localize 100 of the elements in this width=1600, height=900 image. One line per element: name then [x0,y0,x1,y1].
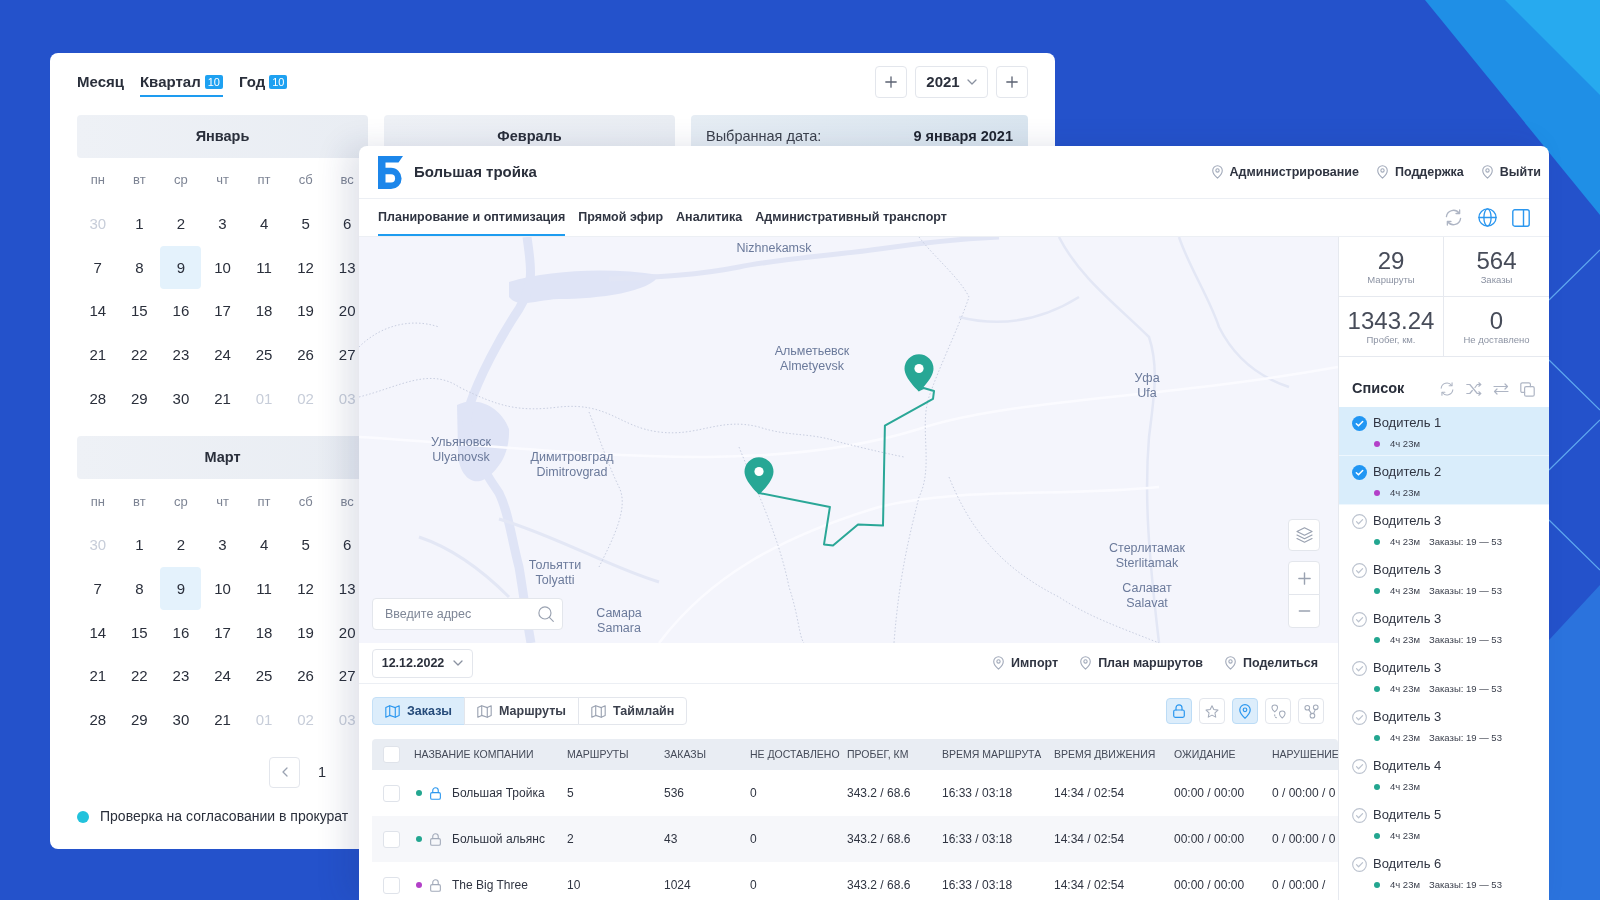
driver-list-item[interactable]: Водитель 5 4ч 23м [1339,799,1549,848]
row-checkbox[interactable] [383,784,400,802]
calendar-day[interactable]: 25 [254,345,274,364]
calendar-day[interactable]: 18 [254,302,274,321]
calendar-day[interactable]: 25 [254,667,274,686]
calendar-day[interactable]: 6 [342,536,353,555]
calendar-day[interactable]: 15 [130,623,149,642]
driver-list-item[interactable]: Водитель 6 4ч 23м Заказы: 19 — 53 [1339,848,1549,897]
calendar-day[interactable]: 28 [88,711,108,730]
swap-arrows-icon[interactable] [1493,383,1509,395]
lock-button[interactable] [1166,698,1192,724]
calendar-day[interactable]: 17 [213,623,232,642]
refresh-icon[interactable] [1439,382,1455,396]
calendar-day[interactable]: 17 [213,302,232,321]
calendar-day[interactable]: 29 [130,711,149,730]
calendar-day[interactable]: 1 [134,536,145,555]
calendar-day[interactable]: 19 [296,302,315,321]
calendar-day[interactable]: 5 [300,536,311,555]
period-tab[interactable]: Год 10 [238,67,288,97]
add-button[interactable] [996,66,1028,98]
previous-page-button[interactable] [269,756,300,788]
calendar-day[interactable]: 27 [337,345,357,364]
calendar-day[interactable]: 10 [213,579,232,598]
route-button[interactable] [1265,698,1291,724]
row-checkbox[interactable] [383,830,400,848]
calendar-day[interactable]: 30 [171,389,191,408]
calendar-day[interactable]: 15 [130,302,149,321]
calendar-day[interactable]: 24 [213,345,232,364]
calendar-day[interactable]: 20 [337,302,357,321]
calendar-day[interactable]: 6 [342,214,353,233]
calendar-day[interactable]: 21 [88,345,108,364]
view-tab[interactable]: Заказы [372,697,466,725]
calendar-day[interactable]: 13 [337,258,357,277]
nodes-button[interactable] [1298,698,1324,724]
add-button[interactable] [875,66,907,98]
nav-tab[interactable]: Прямой эфир [578,199,664,236]
globe-icon[interactable] [1478,208,1497,227]
toolbar-link[interactable]: Поделиться [1224,653,1318,673]
select-all-checkbox[interactable] [383,746,400,763]
driver-list-item[interactable]: Водитель 2 4ч 23м [1339,456,1549,505]
calendar-day[interactable]: 23 [171,345,191,364]
calendar-day[interactable]: 10 [213,258,232,277]
toolbar-link[interactable]: Импорт [993,653,1059,673]
calendar-day[interactable]: 19 [296,623,315,642]
calendar-day[interactable]: 26 [296,345,315,364]
layers-button[interactable] [1288,519,1320,551]
calendar-day[interactable]: 14 [88,302,108,321]
calendar-day[interactable]: 26 [296,667,315,686]
calendar-day[interactable]: 8 [134,258,145,277]
calendar-day[interactable]: 14 [88,623,108,642]
view-tab[interactable]: Таймлайн [578,697,688,725]
calendar-day[interactable]: 11 [255,258,273,277]
zoom-out-button[interactable] [1288,594,1320,628]
calendar-day[interactable]: 3 [217,214,228,233]
calendar-day[interactable]: 20 [337,623,357,642]
calendar-day[interactable]: 3 [217,536,228,555]
driver-list-item[interactable]: Водитель 1 4ч 23м [1339,407,1549,456]
calendar-day[interactable]: 22 [130,667,149,686]
star-button[interactable] [1199,698,1225,724]
calendar-day[interactable]: 23 [171,667,191,686]
calendar-day[interactable]: 16 [171,302,191,321]
calendar-day[interactable]: 12 [296,258,315,277]
calendar-day[interactable]: 21 [88,667,108,686]
calendar-day[interactable]: 4 [258,214,270,233]
calendar-day[interactable]: 21 [213,389,232,408]
toolbar-link[interactable]: План маршрутов [1080,653,1203,673]
calendar-day[interactable]: 7 [92,258,103,277]
calendar-day[interactable]: 2 [175,214,187,233]
period-tab[interactable]: Квартал 10 [139,67,223,97]
header-link[interactable]: Выйти [1481,162,1541,182]
calendar-day[interactable]: 22 [130,345,149,364]
address-search-field[interactable]: Введите адрес [372,598,563,630]
nav-tab[interactable]: Административный транспорт [755,199,947,236]
calendar-day[interactable]: 28 [88,389,108,408]
driver-list-item[interactable]: Водитель 3 4ч 23м Заказы: 19 — 53 [1339,652,1549,701]
nav-tab[interactable]: Аналитика [676,199,743,236]
calendar-day[interactable]: 16 [171,623,191,642]
row-checkbox[interactable] [383,876,400,894]
calendar-day[interactable]: 11 [255,579,273,598]
calendar-day[interactable]: 13 [337,579,357,598]
view-tab[interactable]: Маршруты [464,697,579,725]
year-select[interactable]: 2021 [915,66,988,98]
driver-list-item[interactable]: Водитель 3 4ч 23м Заказы: 19 — 53 [1339,603,1549,652]
calendar-day[interactable]: 30 [171,711,191,730]
calendar-day[interactable]: 5 [300,214,311,233]
zoom-in-button[interactable] [1288,561,1320,595]
calendar-day[interactable]: 9 [160,246,202,290]
calendar-day[interactable]: 2 [175,536,187,555]
copy-icon[interactable] [1520,381,1535,397]
calendar-day[interactable]: 21 [213,711,232,730]
driver-list-item[interactable]: Водитель 3 4ч 23м Заказы: 19 — 53 [1339,554,1549,603]
calendar-day[interactable]: 12 [296,579,315,598]
calendar-day[interactable]: 8 [134,579,145,598]
sidebar-panel-icon[interactable] [1512,208,1530,227]
date-select[interactable]: 12.12.2022 [372,648,473,678]
period-tab[interactable]: Месяц [77,67,124,97]
driver-list-item[interactable]: Водитель 3 4ч 23м Заказы: 19 — 53 [1339,701,1549,750]
page-link[interactable]: 1 [314,761,331,784]
calendar-day[interactable]: 18 [254,623,274,642]
header-link[interactable]: Поддержка [1376,162,1464,182]
